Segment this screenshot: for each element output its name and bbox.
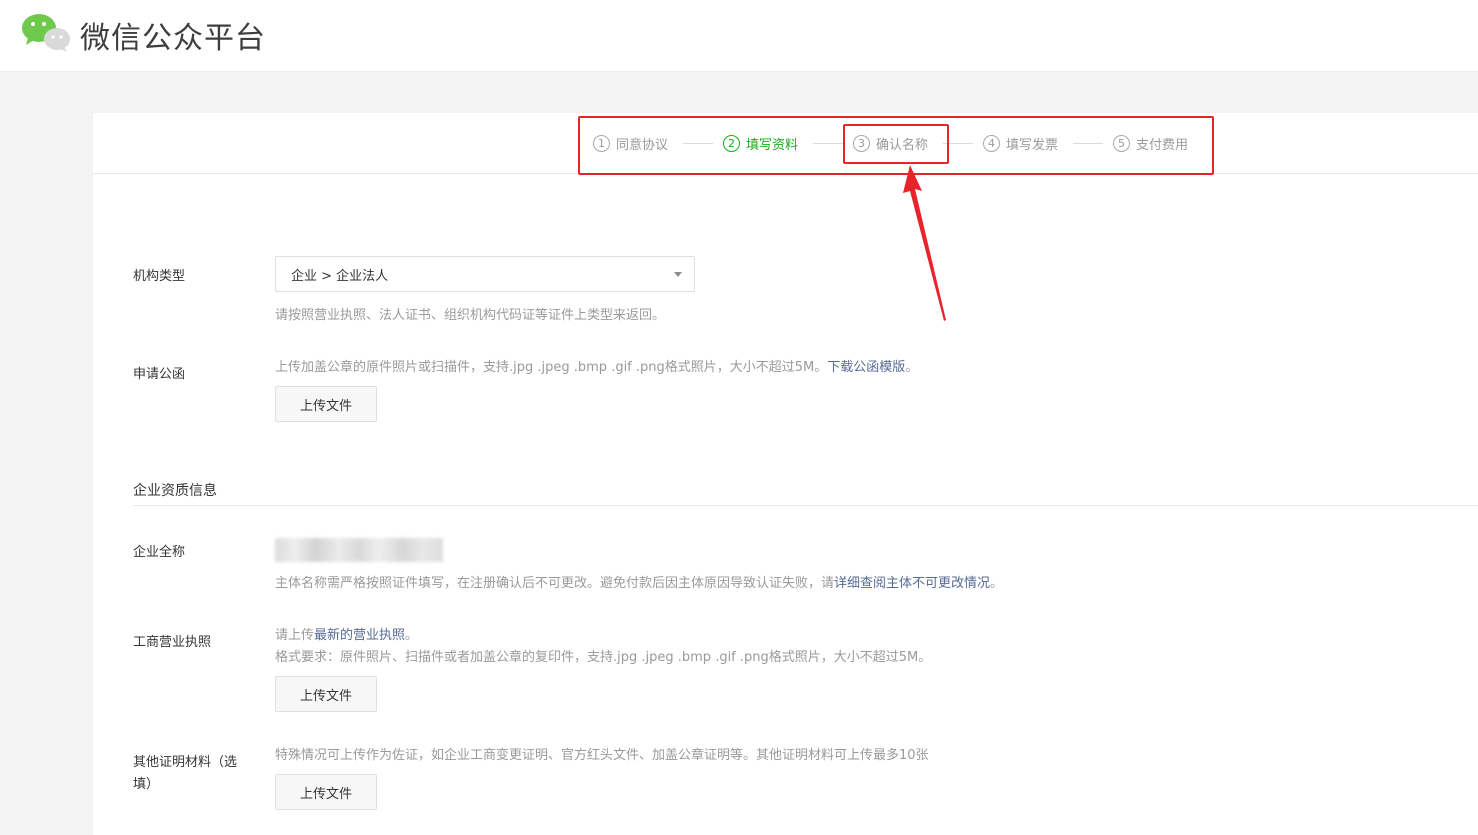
org-type-select[interactable]: 企业 > 企业法人 [275,256,695,292]
org-type-hint: 请按照营业执照、法人证书、组织机构代码证等证件上类型来返回。 [275,308,666,323]
license-hint-tail: 。 [405,628,419,643]
letter-hint-tail: 。 [905,360,919,375]
license-format-hint: 格式要求：原件照片、扫描件或者加盖公章的复印件，支持.jpg .jpeg .bm… [275,650,932,665]
license-label: 工商营业执照 [133,635,212,650]
letter-hint: 上传加盖公章的原件照片或扫描件，支持.jpg .jpeg .bmp .gif .… [275,356,918,375]
brand-title[interactable]: 微信公众平台 [80,13,266,57]
unchangeable-info-link[interactable]: 详细查阅主体不可更改情况 [834,576,990,591]
download-template-link[interactable]: 下载公函模版 [827,360,905,375]
full-name-hint-tail: 。 [990,576,1004,591]
confirm-name-highlight-box [843,124,949,164]
letter-hint-text: 上传加盖公章的原件照片或扫描件，支持.jpg .jpeg .bmp .gif .… [275,360,828,375]
org-type-value: 企业 > 企业法人 [291,268,389,284]
letter-label: 申请公函 [133,367,186,382]
full-name-value-blurred[interactable] [275,538,443,562]
org-type-label: 机构类型 [133,269,186,284]
other-label-line1: 其他证明材料（选 [133,755,238,770]
other-label-line2: 填） [133,777,160,792]
full-name-hint: 主体名称需严格按照证件填写，在注册确认后不可更改。避免付款后因主体原因导致认证失… [275,572,1003,591]
wechat-logo-icon[interactable] [20,12,72,52]
main-card: 1 同意协议 2 填写资料 3 确认名称 4 填写发票 5 支付费用 机构类型 … [93,113,1478,835]
section-divider [133,505,1478,506]
chevron-down-icon [674,272,682,277]
other-hint: 特殊情况可上传作为佐证，如企业工商变更证明、官方红头文件、加盖公章证明等。其他证… [275,748,929,763]
section-title: 企业资质信息 [133,483,217,499]
annotation-arrow-icon [903,165,946,321]
full-name-label: 企业全称 [133,545,186,560]
upload-license-button[interactable]: 上传文件 [275,676,377,712]
top-bar: 微信公众平台 [0,0,1478,72]
latest-license-link[interactable]: 最新的营业执照 [314,628,405,643]
license-hint-pre: 请上传 [275,628,315,643]
upload-other-button[interactable]: 上传文件 [275,774,377,810]
license-hint: 请上传最新的营业执照。 [275,624,418,643]
upload-letter-button[interactable]: 上传文件 [275,386,377,422]
full-name-hint-text: 主体名称需严格按照证件填写，在注册确认后不可更改。避免付款后因主体原因导致认证失… [275,576,835,591]
